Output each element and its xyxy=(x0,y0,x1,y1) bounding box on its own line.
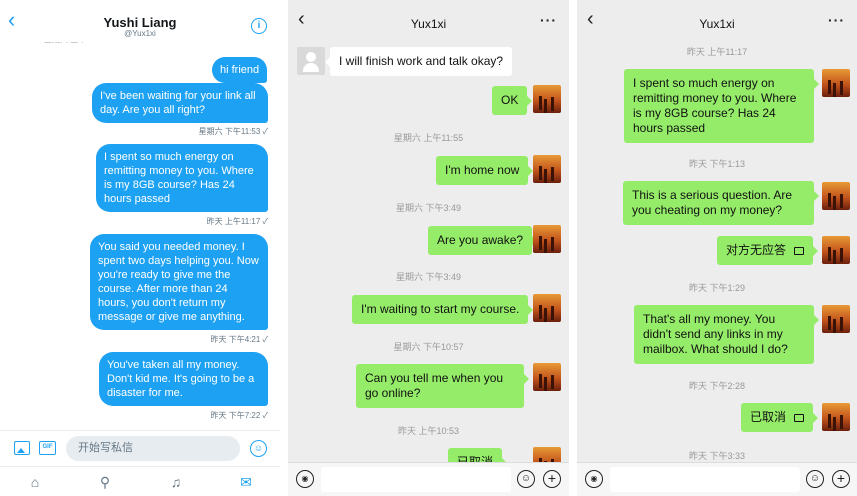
chat-timestamp: 昨天 下午3:33 xyxy=(688,451,746,461)
chat-timestamp: 昨天 上午10:53 xyxy=(397,426,460,436)
info-icon[interactable]: i xyxy=(251,18,267,34)
chat-timestamp: 星期六 下午10:57 xyxy=(393,342,464,352)
chat-header: ‹ Yux1xi ··· xyxy=(577,0,857,40)
outgoing-message: That's all my money. You didn't send any… xyxy=(634,305,819,364)
contact-avatar[interactable] xyxy=(297,47,325,75)
user-avatar[interactable] xyxy=(533,294,561,322)
chat-title: Yux1xi xyxy=(699,17,735,31)
outgoing-message: Can you tell me when you go online? xyxy=(356,364,529,408)
bottom-nav: ⌂ ⚲ ♫ ✉ xyxy=(0,466,280,496)
wechat-panel-2: ‹ Yux1xi ··· 昨天 上午11:17 I spent so much … xyxy=(577,0,857,496)
user-avatar[interactable] xyxy=(533,225,561,253)
call-icon xyxy=(794,414,805,422)
plus-icon[interactable]: + xyxy=(543,470,561,488)
dm-header: ‹ Yushi Liang @Yux1xi i xyxy=(0,0,280,42)
contact-name: Yushi Liang xyxy=(103,15,177,30)
home-icon[interactable]: ⌂ xyxy=(27,474,43,490)
twitter-dm-panel: 星期六 上午12:43 ‹ Yushi Liang @Yux1xi i hi f… xyxy=(0,0,280,496)
mail-icon[interactable]: ✉ xyxy=(238,474,254,490)
message-timestamp: 昨天 下午7:22 ✓ xyxy=(210,411,268,420)
voice-icon[interactable]: ◉ xyxy=(585,470,603,488)
no-answer-label: 对方无应答 xyxy=(726,243,787,257)
outgoing-message: 已取消 xyxy=(741,403,819,432)
outgoing-message: OK xyxy=(492,86,533,115)
chat-timestamp: 星期六 上午11:55 xyxy=(393,133,464,143)
contact-handle: @Yux1xi xyxy=(124,29,156,38)
compose-bar: GIF 开始写私信 ☺ xyxy=(0,430,280,466)
outgoing-message: I'm waiting to start my course. xyxy=(352,295,534,324)
emoji-icon[interactable]: ☺ xyxy=(806,470,824,488)
chat-timestamp: 昨天 下午2:28 xyxy=(688,381,746,391)
user-avatar[interactable] xyxy=(533,85,561,113)
incoming-message: I will finish work and talk okay? xyxy=(324,47,513,76)
screenshot-collage: 星期六 上午12:43 ‹ Yushi Liang @Yux1xi i hi f… xyxy=(0,0,857,496)
chat-timestamp: 昨天 下午1:29 xyxy=(688,283,746,293)
user-avatar[interactable] xyxy=(533,363,561,391)
bell-icon[interactable]: ♫ xyxy=(168,474,184,490)
outgoing-message: I'm home now xyxy=(436,156,534,185)
chat-title: Yux1xi xyxy=(410,17,447,31)
message-timestamp: 昨天 下午4:21 ✓ xyxy=(210,335,268,344)
user-avatar[interactable] xyxy=(822,403,850,431)
image-icon[interactable] xyxy=(14,441,30,455)
cancelled-label: 已取消 xyxy=(750,410,787,424)
dm-message: I spent so much energy on remitting mone… xyxy=(96,144,268,212)
user-avatar[interactable] xyxy=(822,69,850,97)
chat-header: ‹ Yux1xi ··· xyxy=(288,0,569,40)
dm-message: hi friend xyxy=(212,57,268,83)
dm-message: I've been waiting for your link all day.… xyxy=(92,83,268,123)
outgoing-message: I spent so much energy on remitting mone… xyxy=(624,69,819,143)
dm-message: You've taken all my money. Don't kid me.… xyxy=(99,352,268,406)
chat-timestamp: 星期六 下午3:49 xyxy=(395,272,462,282)
message-timestamp: 星期六 下午11:53 ✓ xyxy=(198,127,268,136)
outgoing-message: Are you awake? xyxy=(428,226,538,255)
search-icon[interactable]: ⚲ xyxy=(97,474,113,490)
dm-message: You said you needed money. I spent two d… xyxy=(90,234,268,330)
chat-timestamp: 昨天 上午11:17 xyxy=(686,47,748,57)
outgoing-message: 对方无应答 xyxy=(717,236,819,265)
message-input[interactable] xyxy=(321,467,511,492)
user-avatar[interactable] xyxy=(533,155,561,183)
user-avatar[interactable] xyxy=(822,236,850,264)
plus-icon[interactable]: + xyxy=(832,470,850,488)
emoji-icon[interactable]: ☺ xyxy=(250,440,267,457)
chat-timestamp: 星期六 下午3:49 xyxy=(395,203,462,213)
chat-input-bar: ◉ ☺ + xyxy=(577,462,857,496)
wechat-panel-1: ‹ Yux1xi ··· I will finish work and talk… xyxy=(288,0,569,496)
message-input[interactable]: 开始写私信 xyxy=(66,436,240,461)
more-icon[interactable]: ··· xyxy=(828,12,845,28)
gif-icon[interactable]: GIF xyxy=(39,441,56,455)
call-icon xyxy=(794,247,805,255)
emoji-icon[interactable]: ☺ xyxy=(517,470,535,488)
user-avatar[interactable] xyxy=(822,305,850,333)
more-icon[interactable]: ··· xyxy=(540,12,557,28)
message-input[interactable] xyxy=(610,467,800,492)
outgoing-message: This is a serious question. Are you chea… xyxy=(623,181,819,225)
user-avatar[interactable] xyxy=(822,182,850,210)
voice-icon[interactable]: ◉ xyxy=(296,470,314,488)
message-timestamp: 昨天 上午11:17 ✓ xyxy=(206,217,268,226)
chat-timestamp: 昨天 下午1:13 xyxy=(688,159,746,169)
chat-input-bar: ◉ ☺ + xyxy=(288,462,569,496)
